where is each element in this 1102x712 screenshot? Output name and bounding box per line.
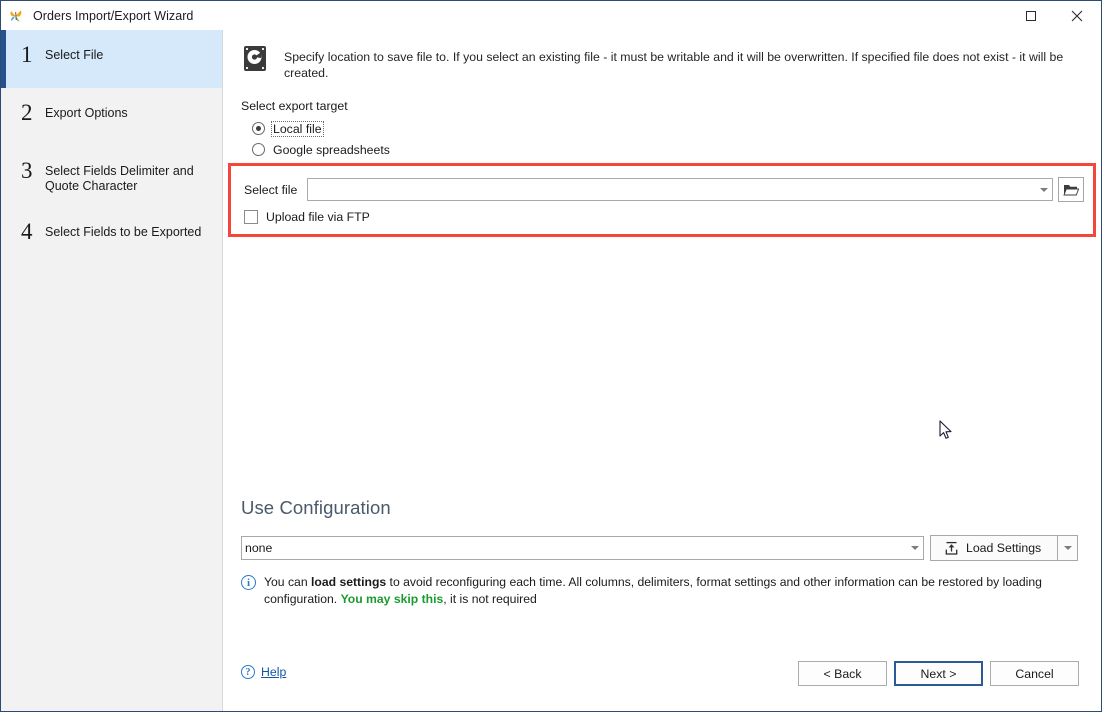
export-target-title: Select export target bbox=[241, 99, 348, 113]
step-label: Select File bbox=[45, 48, 104, 62]
upload-ftp-label: Upload file via FTP bbox=[266, 210, 370, 224]
chevron-down-icon[interactable] bbox=[1035, 187, 1052, 192]
info-icon: i bbox=[241, 575, 256, 590]
folder-open-icon bbox=[1063, 184, 1079, 195]
maximize-icon bbox=[1026, 10, 1036, 21]
butterfly-icon bbox=[8, 8, 24, 24]
upload-ftp-row[interactable]: Upload file via FTP bbox=[231, 202, 1093, 224]
maximize-button[interactable] bbox=[1008, 1, 1054, 30]
sidebar-item-select-file[interactable]: 1 Select File bbox=[1, 30, 222, 88]
radio-local-file-label: Local file bbox=[271, 120, 324, 137]
wizard-window: Orders Import/Export Wizard 1 Select Fil… bbox=[0, 0, 1102, 712]
configuration-combobox[interactable]: none bbox=[241, 536, 924, 560]
sidebar-item-export-options[interactable]: 2 Export Options bbox=[1, 88, 222, 146]
configuration-info-text: You can load settings to avoid reconfigu… bbox=[264, 574, 1044, 608]
radio-local-file[interactable]: Local file bbox=[252, 118, 1101, 139]
radio-google-spreadsheets-label: Google spreadsheets bbox=[273, 142, 390, 157]
instruction-banner: Specify location to save file to. If you… bbox=[224, 30, 1101, 81]
close-button[interactable] bbox=[1054, 1, 1100, 30]
step-number: 3 bbox=[21, 158, 33, 183]
cancel-button[interactable]: Cancel bbox=[990, 661, 1079, 686]
load-settings-button[interactable]: Load Settings bbox=[930, 535, 1059, 561]
select-file-label: Select file bbox=[244, 182, 298, 197]
help-label: Help bbox=[261, 665, 287, 679]
wizard-footer: ? Help < Back Next > Cancel bbox=[224, 654, 1101, 711]
radio-local-file-indicator bbox=[252, 122, 265, 135]
question-mark-icon: ? bbox=[241, 665, 255, 679]
step-label: Select Fields to be Exported bbox=[45, 225, 202, 239]
upload-icon bbox=[945, 541, 958, 555]
radio-google-spreadsheets[interactable]: Google spreadsheets bbox=[252, 139, 1101, 160]
use-configuration-section: Use Configuration none Load Settings i Y… bbox=[241, 497, 1081, 608]
configuration-value[interactable]: none bbox=[242, 541, 906, 555]
export-target-group: Select export target Local file Google s… bbox=[224, 81, 1101, 160]
chevron-down-icon bbox=[1063, 546, 1072, 550]
instruction-text: Specify location to save file to. If you… bbox=[284, 50, 1064, 80]
close-icon bbox=[1071, 10, 1083, 21]
step-number: 1 bbox=[21, 42, 33, 67]
wizard-steps-sidebar: 1 Select File 2 Export Options 3 Select … bbox=[1, 30, 223, 711]
window-title: Orders Import/Export Wizard bbox=[33, 8, 194, 23]
info-skip-hint: You may skip this bbox=[340, 592, 444, 606]
chevron-down-icon[interactable] bbox=[906, 546, 923, 550]
sidebar-item-select-fields[interactable]: 4 Select Fields to be Exported bbox=[1, 207, 222, 265]
info-suffix: , it is not required bbox=[443, 592, 537, 606]
step-number: 4 bbox=[21, 219, 33, 244]
info-prefix: You can bbox=[264, 575, 311, 589]
upload-ftp-checkbox[interactable] bbox=[244, 210, 258, 224]
load-settings-label: Load Settings bbox=[966, 541, 1042, 555]
step-label: Export Options bbox=[45, 106, 128, 120]
select-file-highlight-box: Select file Upload file via FTP bbox=[228, 163, 1096, 237]
radio-google-spreadsheets-indicator bbox=[252, 143, 265, 156]
configuration-controls-row: none Load Settings bbox=[241, 535, 1081, 561]
sidebar-item-delimiter-quote[interactable]: 3 Select Fields Delimiter and Quote Char… bbox=[1, 146, 222, 207]
step-number: 2 bbox=[21, 100, 33, 125]
configuration-info: i You can load settings to avoid reconfi… bbox=[241, 574, 1081, 608]
hard-disk-icon bbox=[241, 45, 269, 72]
title-bar: Orders Import/Export Wizard bbox=[1, 1, 1101, 30]
use-configuration-title: Use Configuration bbox=[241, 497, 391, 518]
select-file-combobox[interactable] bbox=[307, 178, 1053, 201]
browse-folder-button[interactable] bbox=[1058, 177, 1084, 202]
step-label: Select Fields Delimiter and Quote Charac… bbox=[45, 164, 194, 193]
info-bold-load-settings: load settings bbox=[311, 575, 387, 589]
next-button[interactable]: Next > bbox=[894, 661, 983, 686]
back-button[interactable]: < Back bbox=[798, 661, 887, 686]
select-file-row: Select file bbox=[231, 166, 1093, 202]
load-settings-dropdown-button[interactable] bbox=[1058, 535, 1079, 561]
wizard-content: Specify location to save file to. If you… bbox=[224, 30, 1101, 711]
help-link[interactable]: ? Help bbox=[241, 665, 286, 679]
